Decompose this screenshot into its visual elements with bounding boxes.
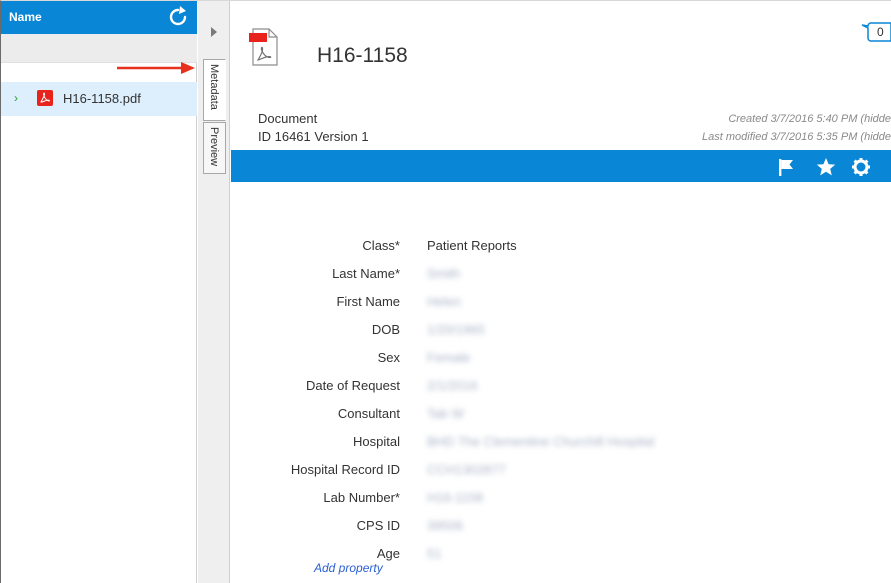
tab-metadata-label: Metadata xyxy=(208,64,220,110)
property-row-hospital: Hospital BHD The Clementine Churchill Ho… xyxy=(231,429,891,455)
property-value[interactable]: CCH1302877 xyxy=(427,462,506,477)
property-label: Age xyxy=(376,546,400,561)
property-row-first-name: First Name Helen xyxy=(231,289,891,315)
tab-preview-label: Preview xyxy=(208,127,220,167)
property-label: Date of Request xyxy=(306,378,400,393)
property-label: Class* xyxy=(362,238,400,253)
add-property-link[interactable]: Add property xyxy=(314,561,383,575)
property-row-consultant: Consultant Tab W xyxy=(231,401,891,427)
property-value[interactable]: Tab W xyxy=(427,406,464,421)
property-label: First Name xyxy=(336,294,400,309)
document-title: H16-1158 xyxy=(317,44,408,67)
chevron-right-icon[interactable]: › xyxy=(14,91,18,105)
property-label: Hospital Record ID xyxy=(290,462,400,477)
tab-preview[interactable]: Preview xyxy=(203,122,226,174)
property-row-hospital-record-id: Hospital Record ID CCH1302877 xyxy=(231,457,891,483)
property-value[interactable]: 39506 xyxy=(427,518,463,533)
comments-button[interactable]: 0 xyxy=(859,22,891,44)
view-tabs-strip: Metadata Preview xyxy=(198,1,230,583)
comment-count: 0 xyxy=(877,25,884,39)
document-details-pane: H16-1158 0 Document ID 16461 Version 1 C… xyxy=(231,1,891,583)
property-value[interactable]: Helen xyxy=(427,294,461,309)
property-label: DOB xyxy=(371,322,400,337)
flag-icon[interactable] xyxy=(776,157,796,177)
property-value[interactable]: 1/20/1965 xyxy=(427,322,485,337)
property-row-dob: DOB 1/20/1965 xyxy=(231,317,891,343)
tab-metadata[interactable]: Metadata xyxy=(203,59,226,121)
document-type: Document xyxy=(258,111,318,126)
document-id-version: ID 16461 Version 1 xyxy=(258,129,369,144)
property-label: CPS ID xyxy=(356,518,400,533)
created-timestamp: Created 3/7/2016 5:40 PM (hidde xyxy=(728,113,891,125)
modified-timestamp: Last modified 3/7/2016 5:35 PM (hidde xyxy=(702,131,891,143)
star-icon[interactable] xyxy=(816,157,836,177)
property-label: Last Name* xyxy=(332,266,400,281)
file-list-panel: Name › H16-1158.pdf xyxy=(1,1,197,583)
property-label: Lab Number* xyxy=(323,490,400,505)
property-label: Hospital xyxy=(353,434,400,449)
property-value[interactable]: Smith xyxy=(427,266,460,281)
property-value[interactable]: 51 xyxy=(427,546,441,561)
file-name-label: H16-1158.pdf xyxy=(63,91,141,106)
property-row-lab-number: Lab Number* H16-1158 xyxy=(231,485,891,511)
file-list-header: Name xyxy=(1,1,197,34)
file-list-filter-bar[interactable] xyxy=(1,34,197,63)
property-value[interactable]: H16-1158 xyxy=(427,490,483,505)
property-row-sex: Sex Female xyxy=(231,345,891,371)
property-row-date-of-request: Date of Request 2/1/2016 xyxy=(231,373,891,399)
pdf-icon xyxy=(249,28,278,66)
property-row-cps-id: CPS ID 39506 xyxy=(231,513,891,539)
property-value[interactable]: 2/1/2016 xyxy=(427,378,478,393)
property-value[interactable]: Female xyxy=(427,350,470,365)
refresh-icon[interactable] xyxy=(167,6,189,28)
property-label: Sex xyxy=(377,350,400,365)
pdf-icon xyxy=(37,90,53,106)
column-header-name[interactable]: Name xyxy=(9,10,42,24)
property-row-class: Class* Patient Reports xyxy=(231,233,891,259)
annotation-arrow xyxy=(117,62,195,74)
document-toolbar xyxy=(231,150,891,182)
chevron-right-icon[interactable] xyxy=(210,27,218,37)
property-row-last-name: Last Name* Smith xyxy=(231,261,891,287)
property-value[interactable]: BHD The Clementine Churchill Hospital xyxy=(427,434,654,449)
comment-bubble-icon xyxy=(861,22,891,42)
list-item-file[interactable]: › H16-1158.pdf xyxy=(1,82,197,116)
property-label: Consultant xyxy=(337,406,400,421)
gear-icon[interactable] xyxy=(851,157,871,177)
property-value[interactable]: Patient Reports xyxy=(427,238,517,253)
